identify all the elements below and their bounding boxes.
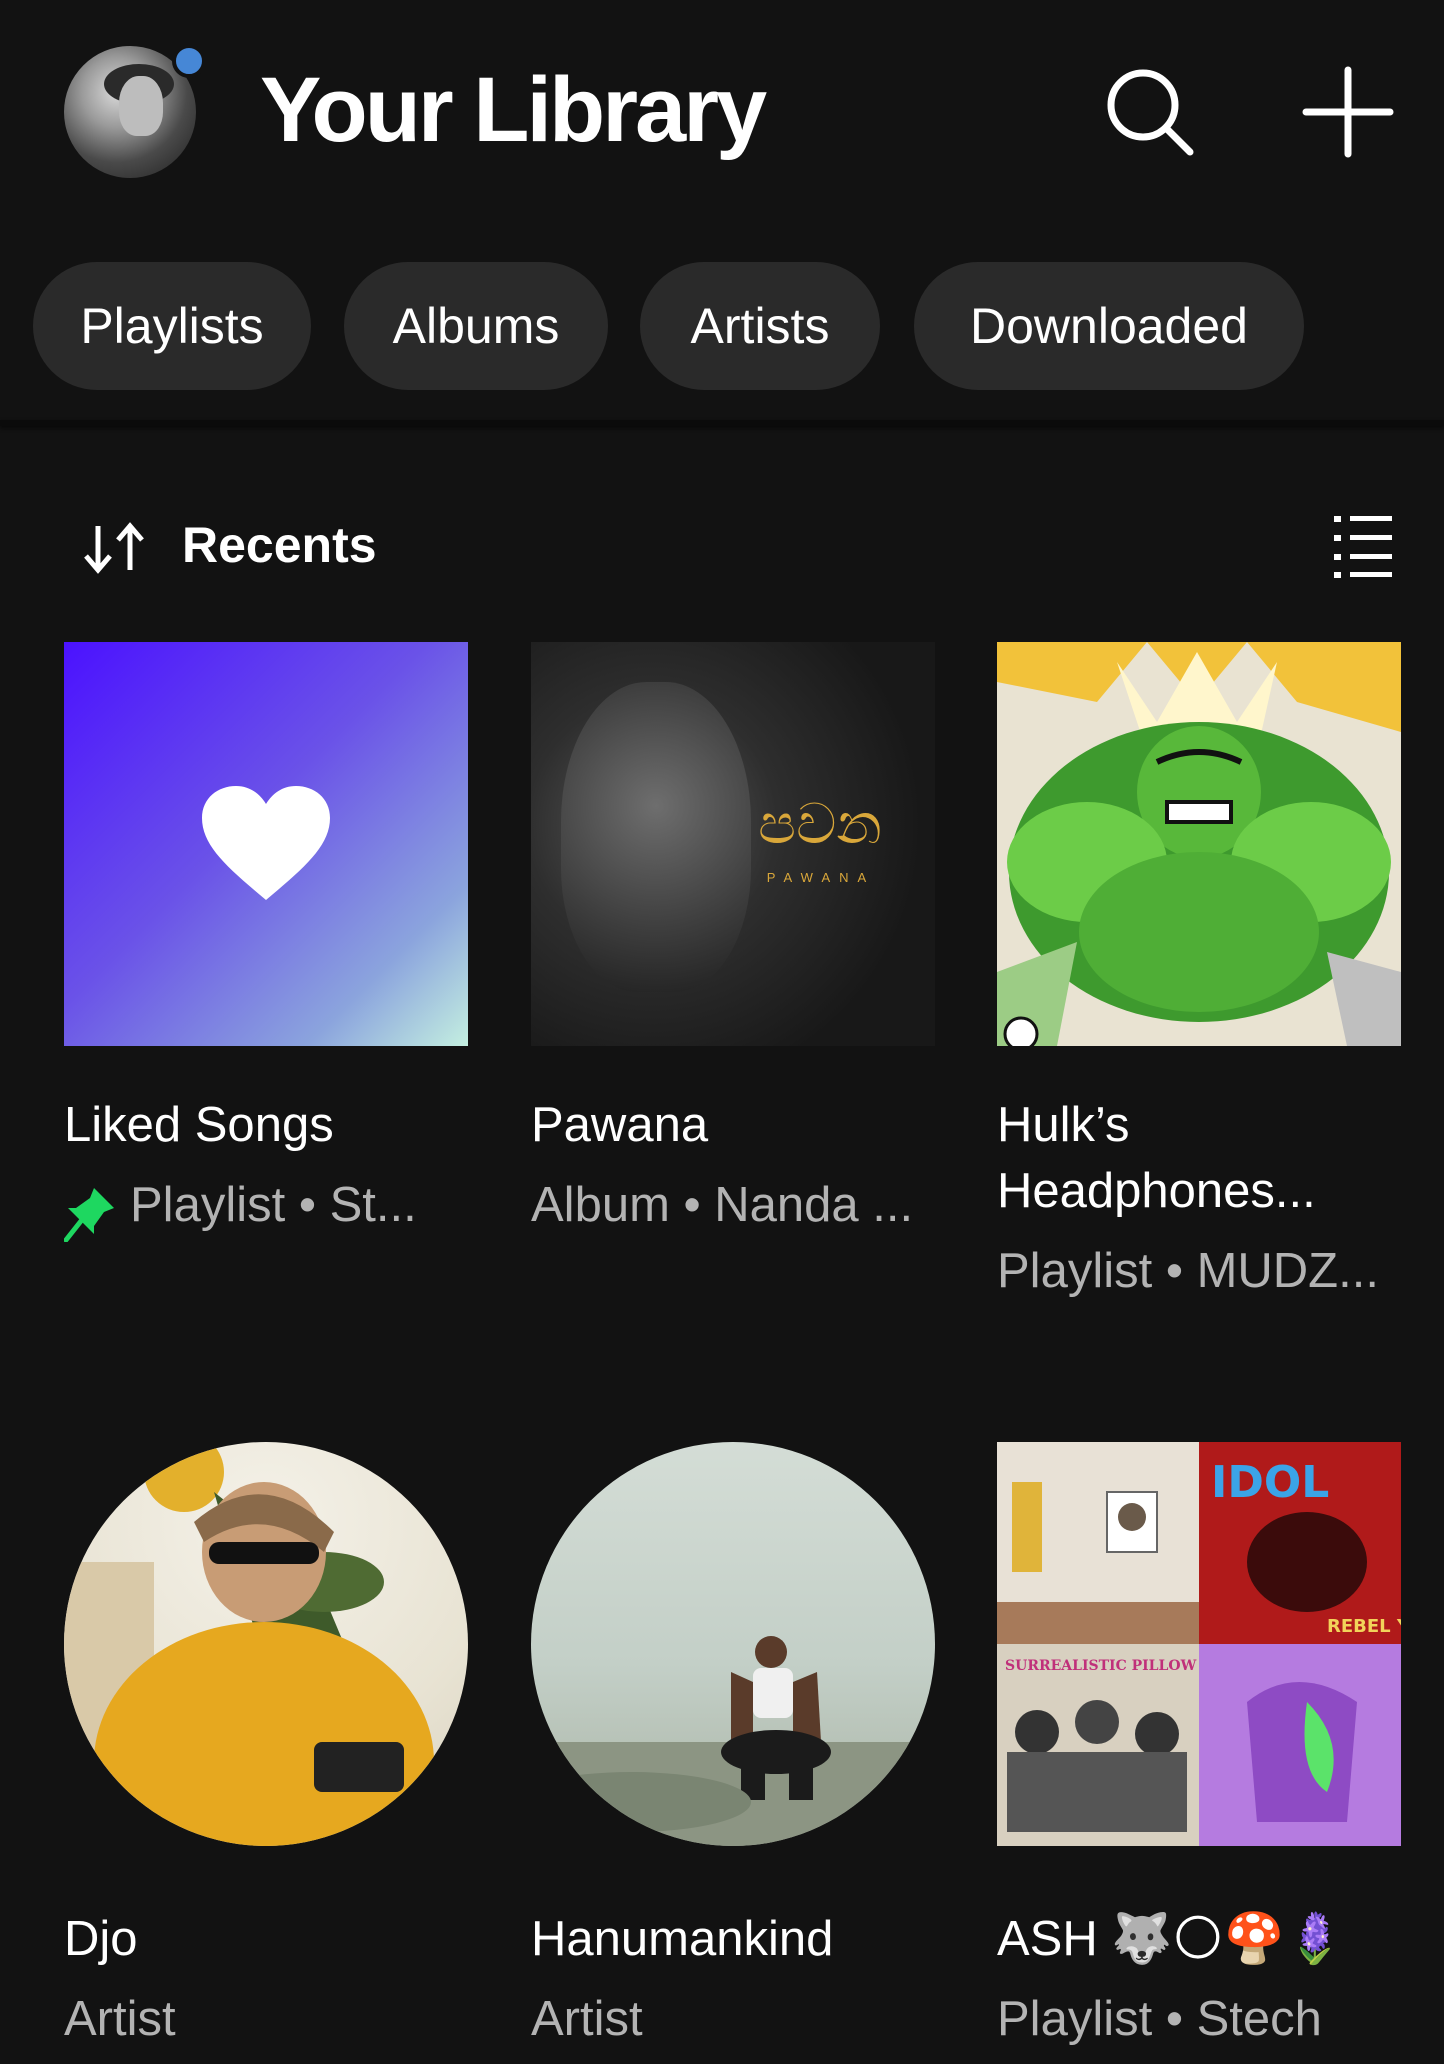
liked-songs-artwork — [64, 642, 468, 1046]
item-subtitle: Artist — [64, 1992, 176, 2046]
list-view-icon[interactable] — [1332, 510, 1394, 580]
filter-chip-artists[interactable]: Artists — [640, 262, 880, 390]
pin-icon — [64, 1188, 114, 1242]
item-subtitle: Playlist • St... — [130, 1178, 417, 1232]
library-item-ash[interactable]: IDOL REBEL YELL SURREALISTIC PILLOW ASH … — [997, 1442, 1401, 2062]
search-icon[interactable] — [1100, 62, 1200, 162]
filter-chip-playlists[interactable]: Playlists — [33, 262, 311, 390]
pawana-artwork: පවන PAWANA — [531, 642, 935, 1046]
mosaic-text-idol: IDOL — [1211, 1457, 1329, 1508]
notification-dot — [172, 44, 206, 78]
plus-icon[interactable] — [1298, 62, 1398, 162]
item-title: Liked Songs — [64, 1098, 334, 1152]
album-art-text: පවන — [758, 792, 882, 857]
library-item-hanumankind[interactable]: Hanumankind Artist — [531, 1442, 935, 2062]
library-item-djo[interactable]: Djo Artist — [64, 1442, 468, 2062]
djo-artwork — [64, 1442, 468, 1846]
page-title: Your Library — [260, 59, 767, 161]
item-subtitle: Album • Nanda ... — [531, 1178, 914, 1232]
filter-chip-albums[interactable]: Albums — [344, 262, 608, 390]
sort-bar: Recents — [0, 500, 1444, 590]
header-divider — [0, 420, 1444, 426]
library-header: Your Library — [0, 0, 1444, 230]
album-art-subtext: PAWANA — [766, 870, 876, 885]
library-item-pawana[interactable]: පවන PAWANA Pawana Album • Nanda ... — [531, 642, 935, 1342]
item-title-line1: Hulk’s — [997, 1098, 1130, 1152]
item-title-line2: Headphones... — [997, 1164, 1316, 1218]
item-title: Djo — [64, 1912, 138, 1966]
item-subtitle: Artist — [531, 1992, 643, 2046]
heart-icon — [202, 786, 330, 900]
filter-chip-downloaded[interactable]: Downloaded — [914, 262, 1304, 390]
mosaic-text-surrealistic: SURREALISTIC PILLOW — [1005, 1658, 1197, 1674]
library-item-hulks-headphones[interactable]: Hulk’s Headphones... Playlist • MUDZ... — [997, 642, 1401, 1362]
item-title: ASH 🐺🌕🍄🪻 — [997, 1912, 1346, 1966]
ash-mosaic-artwork: IDOL REBEL YELL SURREALISTIC PILLOW — [997, 1442, 1401, 1846]
item-title: Pawana — [531, 1098, 709, 1152]
sort-label[interactable]: Recents — [182, 512, 377, 578]
item-subtitle: Playlist • Stech — [997, 1992, 1322, 2046]
item-title: Hanumankind — [531, 1912, 834, 1966]
sort-arrows-icon[interactable] — [80, 518, 150, 578]
hanumankind-artwork — [531, 1442, 935, 1846]
library-item-liked-songs[interactable]: Liked Songs Playlist • St... — [64, 642, 468, 1342]
filter-chips: Playlists Albums Artists Downloaded — [0, 262, 1444, 392]
mosaic-text-rebel-yell: REBEL YELL — [1327, 1616, 1401, 1637]
hulk-artwork — [997, 642, 1401, 1046]
item-subtitle: Playlist • MUDZ... — [997, 1244, 1379, 1298]
